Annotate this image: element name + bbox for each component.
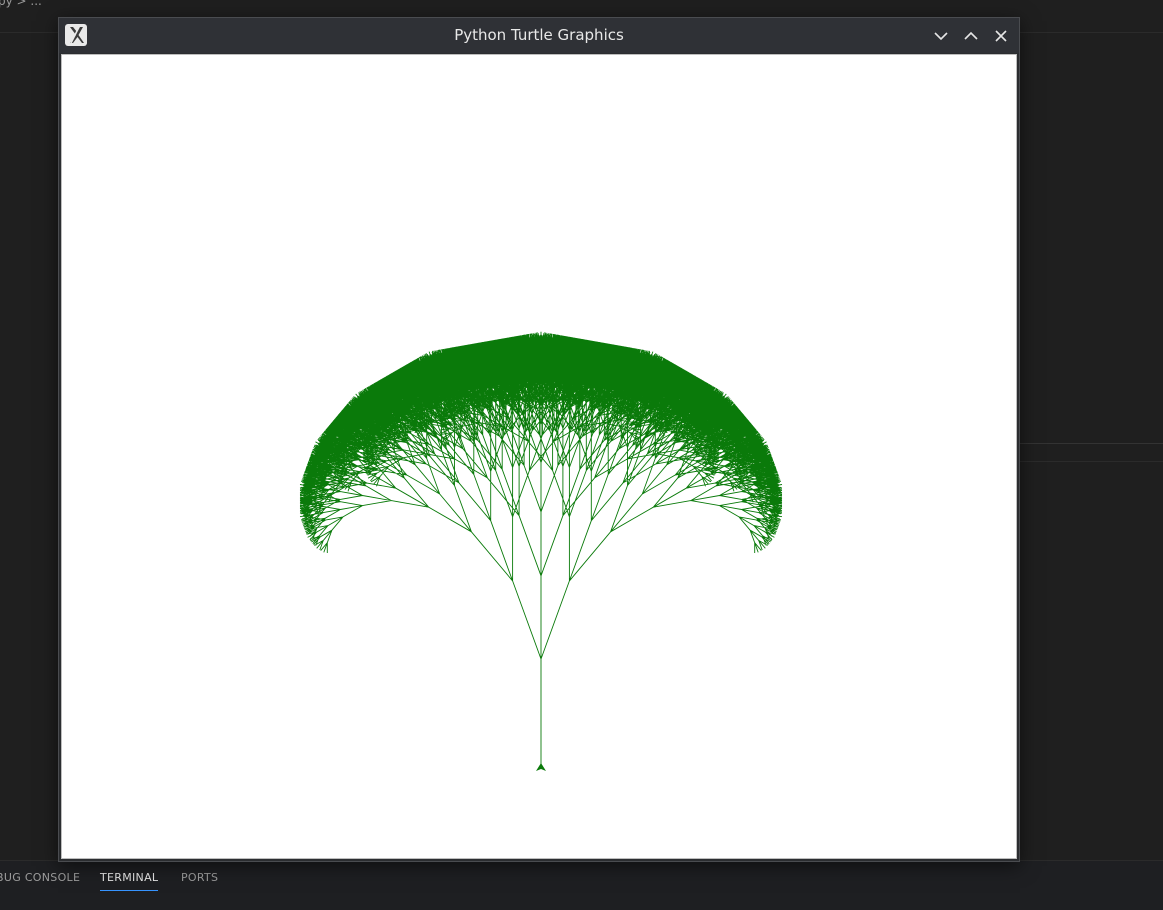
bottom-panel-tabs: BUG CONSOLE TERMINAL PORTS [0, 860, 1163, 910]
tab-debug-console[interactable]: BUG CONSOLE [0, 871, 80, 890]
panel-divider [1020, 443, 1163, 462]
turtle-canvas[interactable] [62, 55, 1016, 858]
window-titlebar[interactable]: Python Turtle Graphics [59, 18, 1019, 53]
tab-ports[interactable]: PORTS [181, 871, 218, 890]
screen: py > ... branch_length)branch_branch_e m… [0, 0, 1163, 910]
minimize-icon[interactable] [930, 25, 952, 47]
tab-terminal[interactable]: TERMINAL [100, 871, 159, 891]
breadcrumb[interactable]: py > ... [0, 0, 42, 8]
fractal-tree [299, 331, 783, 767]
turtle-cursor-icon [536, 763, 546, 771]
maximize-icon[interactable] [960, 25, 982, 47]
turtle-canvas-frame[interactable] [61, 54, 1017, 859]
turtle-window[interactable]: Python Turtle Graphics [58, 17, 1020, 862]
window-title: Python Turtle Graphics [454, 26, 624, 44]
close-icon[interactable] [990, 25, 1012, 47]
tree-branches [299, 331, 783, 767]
